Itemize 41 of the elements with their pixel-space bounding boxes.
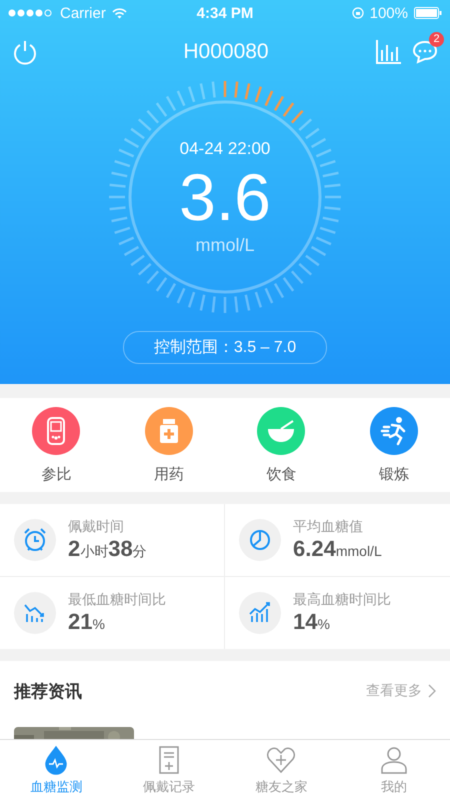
stat-label: 最低血糖时间比 [68, 591, 166, 609]
shortcut-button[interactable]: 用药 [128, 406, 209, 484]
trend-down-icon [14, 592, 56, 634]
stat-value: 6.24mmol/L [293, 536, 382, 562]
see-more-link[interactable]: 查看更多 [366, 682, 436, 700]
tab[interactable]: 我的 [338, 740, 450, 800]
chart-icon[interactable] [376, 40, 402, 64]
shortcut-button[interactable]: 锻炼 [354, 406, 434, 484]
battery-icon [414, 7, 442, 19]
stat-label: 平均血糖值 [293, 518, 364, 536]
shortcut-button[interactable]: 参比 [16, 406, 96, 484]
control-range: 控制范围：3.5 – 7.0 [122, 331, 328, 364]
tab[interactable]: 血糖监测 [0, 740, 112, 800]
stat-value: 2小时38分 [68, 536, 147, 562]
stat-value: 21% [68, 609, 106, 635]
power-button[interactable] [12, 39, 38, 65]
stat-value: 14% [293, 609, 331, 635]
carrier-name: Carrier [60, 4, 106, 22]
pie-chart-icon [239, 519, 281, 561]
signal-icon [8, 9, 54, 17]
section-title: 推荐资讯 [14, 680, 82, 702]
glucose-value: 3.6 [179, 158, 271, 234]
stat-label: 佩戴时间 [68, 518, 125, 536]
shortcut-button[interactable]: 饮食 [241, 406, 322, 484]
status-time: 4:34 PM [196, 4, 254, 22]
message-button[interactable] [412, 40, 438, 64]
wifi-icon [112, 8, 127, 18]
reading-time: 04-24 22:00 [180, 138, 270, 158]
notification-badge: 2 [429, 32, 444, 47]
tab[interactable]: 糖友之家 [225, 740, 338, 800]
device-id: H000080 [183, 40, 269, 64]
heart-icon [266, 744, 296, 774]
chevron-right-icon [428, 684, 436, 698]
battery-percent: 100% [370, 4, 408, 22]
rotation-lock-icon [352, 7, 364, 19]
trend-up-icon [239, 592, 281, 634]
tab[interactable]: 佩戴记录 [112, 740, 225, 800]
person-icon [378, 744, 409, 774]
alarm-clock-icon [14, 519, 56, 561]
stat-label: 最高血糖时间比 [293, 591, 391, 609]
glucose-unit: mmol/L [195, 234, 254, 256]
